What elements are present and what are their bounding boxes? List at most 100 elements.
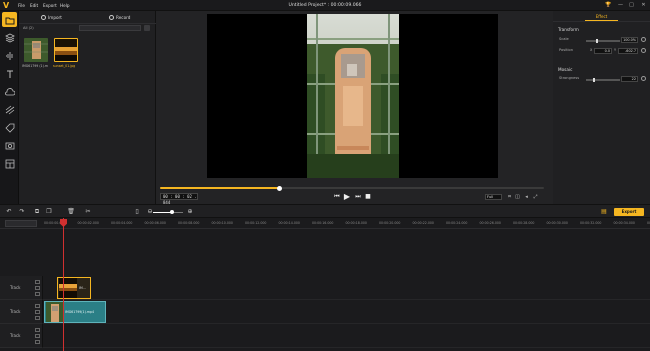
grid-view-icon[interactable] [144,25,150,31]
audio-tool-button[interactable] [2,48,17,63]
mute-icon[interactable] [35,292,40,296]
skip-forward-icon[interactable]: ⏭ [354,193,362,201]
eye-icon[interactable] [35,286,40,290]
snapshot-icon[interactable]: ⌗ [506,194,513,200]
menu-edit[interactable]: Edit [30,2,38,9]
video-canvas[interactable] [207,14,498,178]
transition-tool-button[interactable] [2,102,17,117]
timeline-tracks: Track Track Track IM... IMG61799(1).mp4 [0,229,650,351]
text-tool-button[interactable] [2,66,17,81]
marker-icon[interactable]: ▯ [133,208,141,216]
scrubber-knob[interactable] [276,185,282,191]
volume-icon[interactable]: ◂ [523,194,530,200]
divider [553,21,650,22]
minimize-button[interactable]: — [616,1,625,10]
media-search-input[interactable] [79,25,141,31]
strength-value[interactable]: 22 [621,76,638,82]
scale-slider[interactable] [586,38,620,43]
zoom-in-icon[interactable]: ⊕ [186,208,194,216]
video-clip-thumbnail [46,302,64,322]
fit-select[interactable]: Full [485,194,502,200]
camera-tool-button[interactable] [2,138,17,153]
menu-file[interactable]: File [18,2,25,9]
strength-reset-icon[interactable] [641,76,646,81]
image-thumbnail [55,39,77,61]
skip-back-icon[interactable]: ⏮ [333,193,341,201]
playback-scrubber[interactable] [160,185,544,191]
filter-tool-button[interactable] [2,84,17,99]
app-logo: V [3,1,10,10]
menu-bar: V File Edit Export Help Untitled Project… [0,0,650,11]
export-button[interactable]: Export [614,208,644,216]
timeline-ruler[interactable]: 00:00:00.000 00:00:02.000 00:00:04.000 00:0… [0,218,650,229]
ruler-tick-label: 00:00:26.000 [479,221,501,225]
media-tool-button[interactable] [2,12,17,27]
preview-panel: 00 : 00 : 02 . 844 ⏮ ▶ ⏭ ■ Full ⌗ ◫ ◂ ⤢ [156,11,553,205]
lock-icon[interactable] [35,328,40,332]
template-icon [5,159,14,168]
eye-icon[interactable] [35,310,40,314]
import-label: Import [48,15,62,20]
position-reset-icon[interactable] [641,48,646,53]
ruler-tick-label: 00:00:08.000 [178,221,200,225]
strength-slider[interactable] [586,77,620,82]
strength-slider-handle[interactable] [593,77,595,82]
zoom-slider[interactable] [153,210,183,214]
position-label: Position [559,48,573,52]
ruler-tick-label: 00:00:20.000 [379,221,401,225]
transition-icon [5,105,14,114]
scale-reset-icon[interactable] [641,37,646,42]
ruler-tick-label: 00:00:14.000 [278,221,300,225]
split-icon[interactable]: ✂ [84,208,92,216]
maximize-button[interactable]: □ [627,1,636,10]
ruler-tick-label: 00:00:28.000 [513,221,535,225]
trophy-icon[interactable]: 🏆 [604,1,613,10]
media-item-image[interactable] [54,38,78,62]
track-lane-3[interactable] [43,324,650,348]
copy-icon[interactable]: ⧉ [33,208,41,216]
scale-slider-handle[interactable] [596,38,598,43]
tab-effect[interactable]: Effect [585,13,618,21]
media-filter-select[interactable]: All (2) [23,25,73,31]
menu-help[interactable]: Help [60,2,70,9]
menu-export[interactable]: Export [43,2,57,9]
transform-heading: Transform [558,27,579,32]
track-options-icon[interactable] [5,220,37,227]
sticker-tool-button[interactable] [2,120,17,135]
layers-tool-button[interactable] [2,30,17,45]
position-y-input[interactable]: -602.7 [618,48,638,54]
paste-icon[interactable]: ❐ [45,208,53,216]
eye-icon[interactable] [35,334,40,338]
properties-panel: Effect Transform Scale 100.0% Position X… [553,11,650,204]
track-lane-1[interactable] [43,276,650,300]
position-x-input[interactable]: 0.0 [594,48,612,54]
scale-value[interactable]: 100.0% [621,37,638,43]
template-tool-button[interactable] [2,156,17,171]
screenshot-icon[interactable]: ◫ [514,194,521,200]
export-settings-icon[interactable]: ▤ [600,208,608,216]
record-tab[interactable]: Record [109,14,130,21]
ruler-tick-label: 00:00:12.000 [245,221,267,225]
redo-icon[interactable]: ↷ [18,208,26,216]
image-clip-label: IM... [79,286,86,290]
lock-icon[interactable] [35,304,40,308]
mute-icon[interactable] [35,340,40,344]
video-clip-label: IMG61799(1).mp4 [65,310,94,314]
ruler-tick-label: 00:00:24.000 [446,221,468,225]
close-button[interactable]: ✕ [639,1,648,10]
zoom-slider-handle[interactable] [170,210,174,214]
lock-icon[interactable] [35,280,40,284]
fullscreen-icon[interactable]: ⤢ [532,194,539,200]
play-icon[interactable]: ▶ [343,193,351,201]
stop-icon[interactable]: ■ [364,193,372,201]
video-clip[interactable]: IMG61799(1).mp4 [44,301,106,323]
import-tab[interactable]: Import [41,14,62,21]
delete-icon[interactable]: 🗑 [67,208,75,216]
strength-label: Strongness [559,76,580,80]
playhead[interactable] [60,218,67,351]
undo-icon[interactable]: ↶ [5,208,13,216]
mute-icon[interactable] [35,316,40,320]
track-lane-2[interactable] [43,300,650,324]
media-item-video[interactable] [24,38,48,62]
ruler-tick-label: 00:00:02.000 [77,221,99,225]
